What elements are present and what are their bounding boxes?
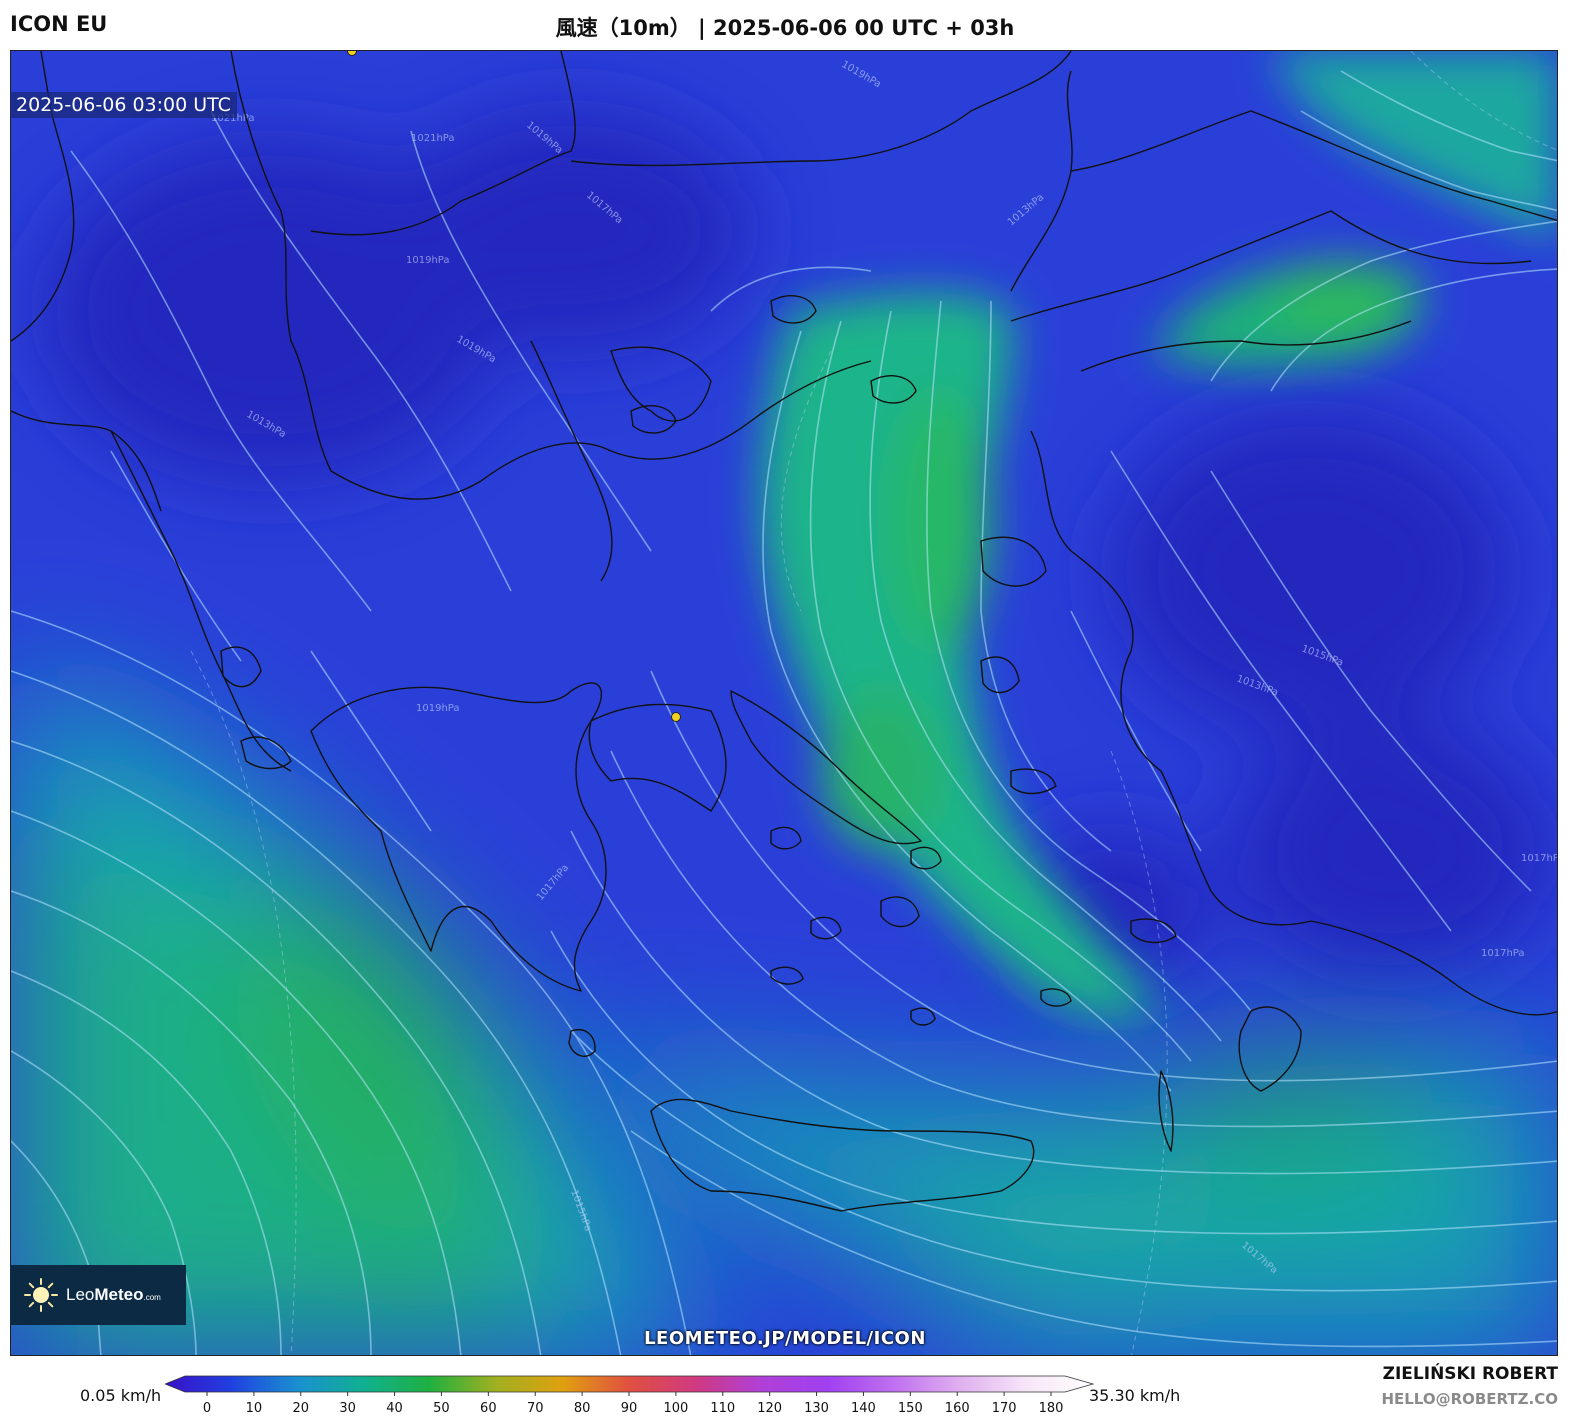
- colorbar-tick-label: 170: [992, 1401, 1017, 1416]
- colorbar-tick-label: 20: [293, 1401, 310, 1416]
- colorbar-tick-label: 80: [574, 1401, 591, 1416]
- city-marker-sofia: [347, 51, 357, 56]
- colorbar-fill: [165, 1375, 1095, 1393]
- logo-brand-suffix: .com: [143, 1293, 161, 1302]
- pressure-label: 1021hPa: [411, 133, 455, 144]
- colorbar-tick-label: 60: [480, 1401, 497, 1416]
- colorbar-tick-label: 110: [710, 1401, 735, 1416]
- colorbar-tick-label: 90: [621, 1401, 638, 1416]
- colorbar-tick-label: 180: [1039, 1401, 1064, 1416]
- colorbar-tick-label: 30: [339, 1401, 356, 1416]
- color-legend: 0 10 20 30 40 50 60 70 80 90 100 110 120 130 140 150 160…: [165, 1375, 1095, 1416]
- colorbar-tick-label: 130: [804, 1401, 829, 1416]
- logo-brand-bold: Meteo: [94, 1285, 144, 1304]
- legend-min-label: 0.05 km/h: [80, 1386, 162, 1405]
- colorbar-tick-label: 0: [203, 1401, 211, 1416]
- leometeo-logo[interactable]: LeoMeteo.com: [10, 1265, 186, 1325]
- colorbar-ticks: 0 10 20 30 40 50 60 70 80 90 100 110 120 130 140 150 160…: [203, 1392, 1064, 1416]
- valid-time-label: 2025-06-06 03:00 UTC: [10, 92, 237, 118]
- colorbar-tick-label: 140: [851, 1401, 876, 1416]
- author-name: ZIELIŃSKI ROBERT: [1382, 1364, 1558, 1384]
- colorbar-tick-label: 160: [945, 1401, 970, 1416]
- chart-title: 風速（10m） | 2025-06-06 00 UTC + 03h: [555, 16, 1015, 40]
- map-canvas: 1021hPa 1021hPa 1019hPa 1019hPa 1019hPa …: [11, 51, 1558, 1355]
- pressure-label: 1019hPa: [416, 703, 460, 714]
- colorbar-tick-label: 150: [898, 1401, 923, 1416]
- legend-max-label: 35.30 km/h: [1089, 1386, 1181, 1405]
- colorbar-tick-label: 70: [527, 1401, 544, 1416]
- logo-text: LeoMeteo.com: [66, 1285, 161, 1305]
- logo-brand-light: Leo: [66, 1285, 95, 1304]
- sun-icon: [24, 1278, 58, 1312]
- pressure-label: 1019hPa: [406, 255, 450, 266]
- colorbar-tick-label: 100: [663, 1401, 688, 1416]
- colorbar-tick-label: 40: [386, 1401, 403, 1416]
- colorbar-tick-label: 120: [757, 1401, 782, 1416]
- colorbar-tick-label: 10: [246, 1401, 263, 1416]
- author-email[interactable]: HELLO@ROBERTZ.CO: [1381, 1390, 1558, 1408]
- pressure-label: 1017hPa: [1521, 853, 1558, 864]
- source-url[interactable]: LEOMETEO.JP/MODEL/ICON: [0, 1328, 1570, 1349]
- pressure-label: 1017hPa: [1481, 948, 1525, 959]
- wind-speed-map[interactable]: 1021hPa 1021hPa 1019hPa 1019hPa 1019hPa …: [10, 50, 1558, 1356]
- city-marker-athens: [671, 712, 681, 722]
- colorbar-tick-label: 50: [433, 1401, 450, 1416]
